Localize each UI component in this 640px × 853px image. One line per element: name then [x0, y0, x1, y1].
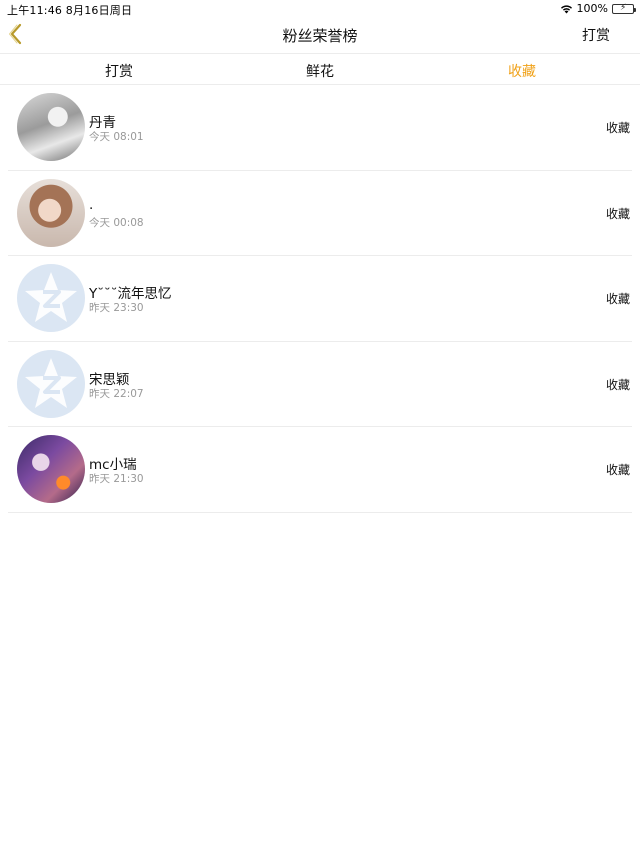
favorite-label: 收藏	[605, 206, 630, 221]
favorite-label: 收藏	[605, 292, 630, 307]
fan-time: 今天 08:01	[89, 131, 144, 143]
fan-name: 丹青	[89, 115, 116, 131]
default-avatar-icon	[25, 272, 77, 323]
avatar	[17, 178, 85, 247]
favorite-label: 收藏	[605, 377, 630, 392]
list-item[interactable]: 丹青 今天 08:01 收藏	[8, 85, 632, 171]
fan-name: mc小瑞	[89, 457, 137, 474]
avatar	[17, 349, 85, 418]
battery-percent: 100%	[576, 2, 608, 15]
tab-favorites[interactable]: 收藏	[508, 61, 536, 81]
page-title: 粉丝荣誉榜	[282, 27, 358, 45]
avatar	[17, 435, 85, 504]
status-right: 100% ⚡	[560, 2, 636, 15]
fan-time: 昨天 21:30	[89, 473, 144, 486]
nav-bar: 粉丝荣誉榜 打赏	[0, 17, 640, 53]
tab-bar: 打赏 鲜花 收藏	[0, 53, 640, 85]
tab-reward[interactable]: 打赏	[105, 61, 133, 81]
battery-icon: ⚡	[612, 3, 636, 14]
avatar	[17, 93, 85, 161]
list-item[interactable]: Y˘˘˘流年思忆 昨天 23:30 收藏	[8, 256, 632, 342]
favorite-label: 收藏	[605, 121, 630, 135]
fan-name: .	[89, 196, 94, 213]
fan-time: 今天 00:08	[89, 216, 144, 229]
list-item[interactable]: 宋思颖 昨天 22:07 收藏	[8, 342, 632, 428]
reward-button[interactable]: 打赏	[582, 25, 610, 45]
list-item[interactable]: mc小瑞 昨天 21:30 收藏	[8, 427, 632, 513]
status-bar: 上午11:46 8月16日周日 100% ⚡	[0, 0, 640, 17]
list-item[interactable]: . 今天 00:08 收藏	[8, 171, 632, 257]
chevron-left-icon[interactable]	[7, 23, 25, 45]
fan-name: Y˘˘˘流年思忆	[89, 286, 172, 303]
status-time-date: 上午11:46 8月16日周日	[7, 4, 133, 17]
favorite-label: 收藏	[605, 463, 630, 478]
tab-flowers[interactable]: 鲜花	[306, 61, 334, 81]
fan-list: 丹青 今天 08:01 收藏 . 今天 00:08 收藏 Y˘˘˘流年思忆 昨天…	[0, 85, 640, 513]
fan-name: 宋思颖	[89, 371, 130, 388]
wifi-icon	[560, 4, 572, 13]
fan-time: 昨天 23:30	[89, 302, 144, 315]
avatar	[17, 264, 85, 333]
default-avatar-icon	[25, 357, 77, 408]
fan-time: 昨天 22:07	[89, 387, 144, 400]
